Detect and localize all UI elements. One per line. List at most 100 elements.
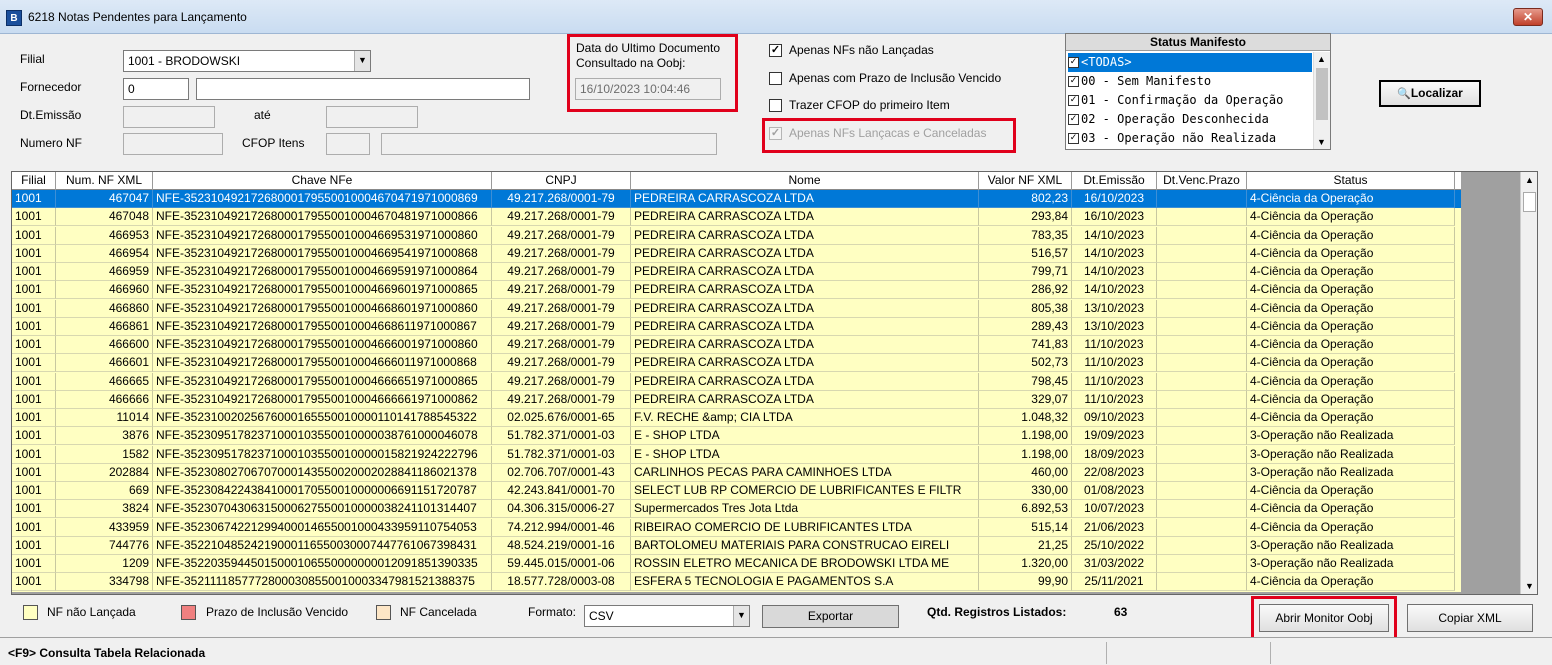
status-bar-text: <F9> Consulta Tabela Relacionada	[8, 646, 206, 660]
grid-vertical-scrollbar[interactable]: ▲ ▼	[1520, 172, 1537, 594]
cell-cnpj: 59.445.015/0001-06	[492, 555, 631, 573]
scroll-down-icon[interactable]: ▼	[1524, 581, 1535, 591]
status-item-label: 02 - Operação Desconhecida	[1081, 112, 1269, 126]
table-row[interactable]: 1001 744776 NFE-35221048524219000116550030…	[12, 536, 1461, 555]
status-item-checkbox[interactable]: ✓	[1068, 114, 1079, 125]
status-item-checkbox[interactable]: ✓	[1068, 133, 1079, 144]
status-item-checkbox[interactable]: ✓	[1068, 76, 1079, 87]
cell-status: 4-Ciência da Operação	[1247, 263, 1455, 281]
column-header-cnpj[interactable]: CNPJ	[492, 172, 631, 190]
table-row[interactable]: 1001 466665 NFE-35231049217268000179550010…	[12, 372, 1461, 391]
scroll-down-icon[interactable]: ▼	[1317, 137, 1326, 147]
close-icon[interactable]: ✕	[1513, 8, 1543, 26]
column-header-chave-nfe[interactable]: Chave NFe	[153, 172, 492, 190]
cfop-description-field	[381, 133, 717, 155]
table-row[interactable]: 1001 1209 NFE-3522035944501500010655000000…	[12, 555, 1461, 574]
dt-emissao-to-input[interactable]	[326, 106, 418, 128]
status-item-01[interactable]: ✓ 01 - Confirmação da Operação	[1068, 91, 1312, 110]
notes-grid[interactable]: Filial Num. NF XML Chave NFe CNPJ Nome Valor …	[11, 171, 1538, 595]
cell-filial: 1001	[12, 263, 56, 281]
scroll-thumb[interactable]	[1316, 68, 1328, 120]
status-item-02[interactable]: ✓ 02 - Operação Desconhecida	[1068, 110, 1312, 129]
checkbox-cfop-primeiro-item[interactable]	[769, 99, 782, 112]
table-row[interactable]: 1001 466860 NFE-35231049217268000179550010…	[12, 299, 1461, 318]
dt-emissao-from-input[interactable]	[123, 106, 215, 128]
status-item-checkbox[interactable]: ✓	[1068, 57, 1079, 68]
column-header-filial[interactable]: Filial	[12, 172, 56, 190]
localizar-button[interactable]: 🔍Localizar	[1379, 80, 1481, 107]
column-header-status[interactable]: Status	[1247, 172, 1455, 190]
column-header-dt-emissao[interactable]: Dt.Emissão	[1072, 172, 1157, 190]
table-row[interactable]: 1001 3824 NFE-3523070430631500062755001000…	[12, 500, 1461, 519]
table-row[interactable]: 1001 466601 NFE-35231049217268000179550010…	[12, 354, 1461, 373]
column-header-valor[interactable]: Valor NF XML	[979, 172, 1072, 190]
cell-chave-nfe: NFE-352310492172680001795500100046686119…	[153, 317, 492, 336]
table-row[interactable]: 1001 11014 NFE-352310020256760001655500100…	[12, 409, 1461, 428]
checkbox-prazo-vencido[interactable]	[769, 72, 782, 85]
fornecedor-code-input[interactable]: 0	[123, 78, 189, 100]
cell-valor: 293,84	[979, 208, 1072, 227]
table-row[interactable]: 1001 1582 NFE-3523095178237100010355001000…	[12, 445, 1461, 464]
chevron-down-icon[interactable]: ▼	[354, 51, 370, 71]
cell-num-nf: 3876	[56, 427, 153, 446]
cell-valor: 329,07	[979, 390, 1072, 409]
status-item-todas[interactable]: ✓ <TODAS>	[1068, 53, 1312, 72]
checkbox-apenas-nao-lancadas[interactable]: ✓	[769, 44, 782, 57]
table-row[interactable]: 1001 467047 NFE-35231049217268000179550010…	[12, 190, 1461, 209]
table-row[interactable]: 1001 669 NFE-35230842243841000170550010000…	[12, 482, 1461, 501]
exportar-button[interactable]: Exportar	[762, 605, 899, 628]
cell-chave-nfe: NFE-352111185777280003085500100033479815…	[153, 573, 492, 592]
cell-dt-emissao: 25/10/2022	[1072, 536, 1157, 555]
cell-chave-nfe: NFE-352310492172680001795500100046704719…	[153, 190, 492, 208]
cfop-input[interactable]	[326, 133, 370, 155]
cell-num-nf: 1582	[56, 445, 153, 464]
cell-dt-emissao: 16/10/2023	[1072, 208, 1157, 227]
status-list-scrollbar[interactable]: ▲ ▼	[1313, 52, 1330, 149]
table-row[interactable]: 1001 467048 NFE-35231049217268000179550010…	[12, 208, 1461, 227]
ate-label: até	[254, 108, 271, 122]
column-header-nome[interactable]: Nome	[631, 172, 979, 190]
cell-dt-venc-prazo	[1157, 573, 1247, 592]
filial-select[interactable]: 1001 - BRODOWSKI ▼	[123, 50, 371, 72]
cell-dt-emissao: 14/10/2023	[1072, 263, 1157, 281]
cell-filial: 1001	[12, 409, 56, 427]
cell-chave-nfe: NFE-352310492172680001795500100046695319…	[153, 226, 492, 245]
scroll-thumb[interactable]	[1523, 192, 1536, 212]
scroll-up-icon[interactable]: ▲	[1524, 175, 1535, 185]
table-row[interactable]: 1001 3876 NFE-3523095178237100010355001000…	[12, 427, 1461, 446]
status-item-00[interactable]: ✓ 00 - Sem Manifesto	[1068, 72, 1312, 91]
table-row[interactable]: 1001 466954 NFE-35231049217268000179550010…	[12, 244, 1461, 263]
column-header-dt-venc-prazo[interactable]: Dt.Venc.Prazo	[1157, 172, 1247, 190]
cell-cnpj: 49.217.268/0001-79	[492, 208, 631, 227]
status-manifesto-list[interactable]: Status Manifesto ✓ <TODAS> ✓ 00 - Sem Mani…	[1065, 33, 1331, 150]
cell-num-nf: 466666	[56, 390, 153, 409]
table-row[interactable]: 1001 433959 NFE-35230674221299400014655001…	[12, 518, 1461, 537]
chevron-down-icon[interactable]: ▼	[733, 606, 749, 626]
copiar-xml-button[interactable]: Copiar XML	[1407, 604, 1533, 632]
table-row[interactable]: 1001 466953 NFE-35231049217268000179550010…	[12, 226, 1461, 245]
cell-cnpj: 18.577.728/0003-08	[492, 573, 631, 592]
table-row[interactable]: 1001 202884 NFE-35230802706707000143550020…	[12, 463, 1461, 482]
status-item-03[interactable]: ✓ 03 - Operação não Realizada	[1068, 129, 1312, 148]
formato-select[interactable]: CSV ▼	[584, 605, 750, 627]
table-row[interactable]: 1001 466666 NFE-35231049217268000179550010…	[12, 390, 1461, 409]
cell-dt-venc-prazo	[1157, 445, 1247, 464]
table-row[interactable]: 1001 466861 NFE-35231049217268000179550010…	[12, 317, 1461, 336]
cell-chave-nfe: NFE-352308027067070001435500200020288411…	[153, 463, 492, 482]
cell-cnpj: 02.706.707/0001-43	[492, 463, 631, 482]
cell-nome: SELECT LUB RP COMERCIO DE LUBRIFICANTES …	[631, 482, 979, 500]
fornecedor-name-input[interactable]	[196, 78, 530, 100]
table-row[interactable]: 1001 466600 NFE-35231049217268000179550010…	[12, 336, 1461, 355]
cell-dt-venc-prazo	[1157, 500, 1247, 519]
cell-cnpj: 48.524.219/0001-16	[492, 536, 631, 555]
table-row[interactable]: 1001 466959 NFE-35231049217268000179550010…	[12, 263, 1461, 282]
cell-dt-venc-prazo	[1157, 427, 1247, 446]
cell-valor: 1.320,00	[979, 555, 1072, 573]
cell-status: 4-Ciência da Operação	[1247, 518, 1455, 537]
table-row[interactable]: 1001 334798 NFE-35211118577728000308550010…	[12, 573, 1461, 592]
scroll-up-icon[interactable]: ▲	[1317, 54, 1326, 64]
status-item-checkbox[interactable]: ✓	[1068, 95, 1079, 106]
numero-nf-input[interactable]	[123, 133, 223, 155]
table-row[interactable]: 1001 466960 NFE-35231049217268000179550010…	[12, 281, 1461, 300]
column-header-num-nf[interactable]: Num. NF XML	[56, 172, 153, 190]
